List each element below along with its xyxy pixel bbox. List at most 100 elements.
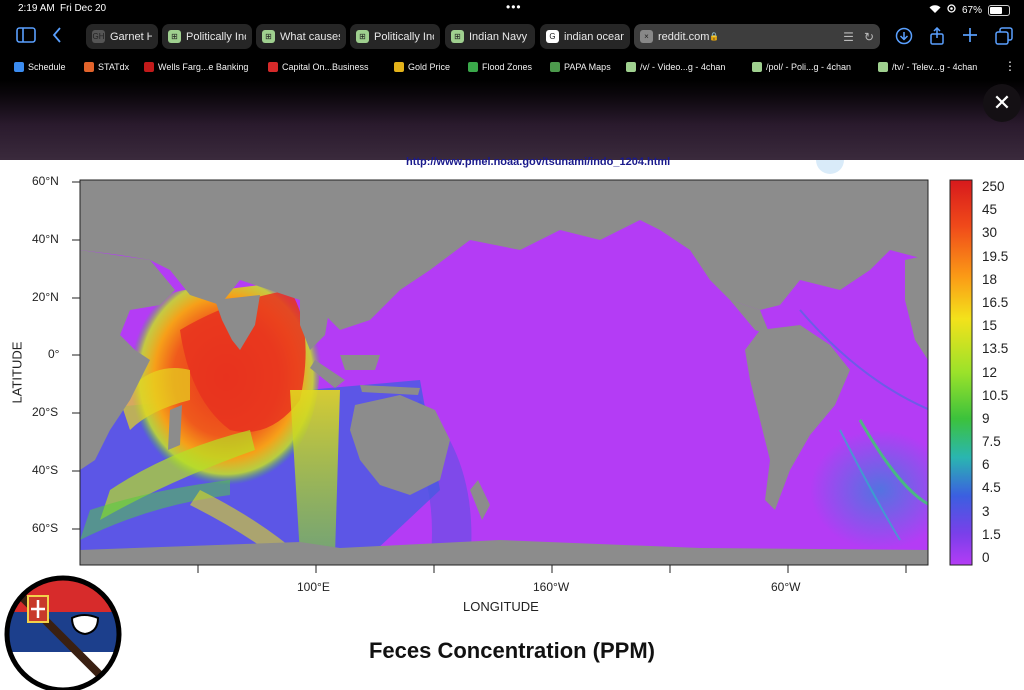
browser-chrome: 2:19 AM Fri Dec 20 ••• 67% GH Garnet Hi ⊞ P… (0, 0, 1024, 160)
bookmark-label: PAPA Maps (564, 62, 611, 72)
tab-label: reddit.com (658, 30, 710, 43)
tab-1[interactable]: ⊞ Politically Inc (162, 24, 252, 49)
wifi-icon (929, 4, 941, 17)
lat-tick-6: 60°S (32, 521, 59, 535)
bookmark-favicon-icon (84, 62, 94, 72)
status-time: 2:19 AM (18, 3, 55, 14)
bookmark-label: Capital On...Business (282, 62, 369, 72)
colorbar-tick-label: 45 (982, 202, 998, 218)
lat-tick-2: 20°N (32, 290, 59, 304)
bookmark-item[interactable]: /tv/ - Telev...g - 4chan (878, 60, 977, 74)
bookmark-label: /v/ - Video...g - 4chan (640, 62, 726, 72)
bookmark-favicon-icon (268, 62, 278, 72)
colorbar-tick-label: 30 (982, 225, 998, 241)
map-title: Feces Concentration (PPM) (368, 638, 656, 663)
colorbar-tick-label: 15 (982, 318, 998, 334)
bookmark-item[interactable]: Flood Zones (468, 60, 532, 74)
downloads-icon[interactable] (895, 27, 913, 49)
location-icon (947, 4, 956, 16)
battery-percent: 67% (961, 4, 982, 16)
status-date: Fri Dec 20 (60, 3, 107, 14)
colorbar-tick-label: 6 (982, 457, 990, 473)
tab-label: Garnet Hi (110, 30, 152, 43)
sidebar-toggle-icon[interactable] (16, 27, 36, 47)
bookmark-item[interactable]: /v/ - Video...g - 4chan (626, 60, 725, 74)
bookmark-item[interactable]: /pol/ - Poli...g - 4chan (752, 60, 851, 74)
colorbar-tick-label: 9 (982, 410, 990, 426)
tab-favicon-icon: GH (92, 30, 105, 43)
bookmark-item[interactable]: PAPA Maps (550, 60, 611, 74)
bookmark-label: STATdx (98, 62, 130, 72)
bookmark-favicon-icon (878, 62, 888, 72)
colorbar-tick-label: 3 (982, 503, 990, 519)
tab-label: Indian Navy (469, 30, 528, 43)
bookmark-label: /pol/ - Poli...g - 4chan (766, 62, 852, 72)
tab-favicon-icon: ⊞ (451, 30, 464, 43)
lon-tick-2: 60°W (771, 580, 801, 594)
lat-tick-0: 60°N (32, 174, 59, 188)
tab-4[interactable]: ⊞ Indian Navy (445, 24, 535, 49)
reload-icon[interactable]: ↻ (864, 30, 874, 44)
close-icon: ✕ (992, 90, 1012, 115)
bookmark-favicon-icon (550, 62, 560, 72)
tab-favicon-icon: × (640, 30, 653, 43)
tab-overview-icon[interactable] (995, 27, 1013, 49)
colorbar-tick-label: 250 (982, 179, 1005, 194)
tab-favicon-icon: G (546, 30, 559, 43)
bookmark-item[interactable]: Schedule (14, 60, 66, 74)
tab-label: What causes (280, 30, 340, 43)
bookmark-item[interactable]: STATdx (84, 60, 129, 74)
colorbar-tick-label: 16.5 (982, 294, 1009, 310)
close-button[interactable]: ✕ (983, 84, 1021, 122)
colorbar-tick-label: 4.5 (982, 480, 1001, 496)
bookmark-item[interactable]: Capital On...Business (268, 60, 369, 74)
tab-5[interactable]: Gindian ocean (540, 24, 630, 49)
tab-6[interactable]: × reddit.com 🔒 ☰ ↻ (634, 24, 880, 49)
lon-tick-0: 100°E (297, 580, 330, 594)
reader-icon[interactable]: ☰ (843, 30, 854, 44)
bookmark-favicon-icon (752, 62, 762, 72)
tab-favicon-icon: ⊞ (356, 30, 369, 43)
new-tab-icon[interactable] (962, 27, 978, 47)
multitask-dots[interactable]: ••• (506, 0, 522, 14)
share-icon[interactable] (929, 26, 945, 49)
serbiaball-icon (4, 575, 122, 690)
tab-0[interactable]: GH Garnet Hi (86, 24, 158, 49)
tab-label: Politically Inc (186, 30, 246, 43)
colorbar-tick-label: 0 (982, 550, 990, 565)
colorbar-tick-label: 19.5 (982, 248, 1009, 264)
y-axis-label: LATITUDE (9, 341, 25, 404)
bookmark-item[interactable]: Wells Farg...e Banking (144, 60, 248, 74)
battery-icon (988, 4, 1010, 16)
bookmark-label: Flood Zones (482, 62, 533, 72)
colorbar-tick-label: 1.5 (982, 526, 1001, 542)
video-play-icon[interactable] (816, 160, 844, 174)
tsunami-map-image: http://www.pmel.noaa.gov/tsunami/indo_12… (0, 156, 1024, 690)
lon-tick-1: 160°W (533, 580, 570, 594)
colorbar-tick-label: 13.5 (982, 341, 1009, 357)
bookmark-label: /tv/ - Telev...g - 4chan (892, 62, 978, 72)
bookmark-label: Schedule (28, 62, 66, 72)
tab-favicon-icon: ⊞ (168, 30, 181, 43)
x-axis-label: LONGITUDE (463, 599, 539, 614)
bookmark-favicon-icon (144, 62, 154, 72)
tab-label: indian ocean (564, 30, 624, 43)
bookmark-label: Gold Price (408, 62, 451, 72)
colorbar-tick-label: 7.5 (982, 434, 1001, 450)
status-right: 67% (929, 3, 1010, 17)
tab-2[interactable]: ⊞ What causes (256, 24, 346, 49)
bookmark-favicon-icon (394, 62, 404, 72)
bookmark-favicon-icon (626, 62, 636, 72)
bookmark-label: Wells Farg...e Banking (158, 62, 249, 72)
back-chevron-icon[interactable] (52, 27, 62, 47)
tab-3[interactable]: ⊞ Politically Inc (350, 24, 440, 49)
colorbar (949, 179, 973, 566)
more-bookmarks-icon[interactable]: ⋮ (1004, 56, 1016, 76)
lock-icon: 🔒 (709, 32, 720, 41)
colorbar-tick-label: 18 (982, 271, 998, 287)
bookmark-item[interactable]: Gold Price (394, 60, 450, 74)
lat-tick-5: 40°S (32, 463, 59, 477)
tab-favicon-icon: ⊞ (262, 30, 275, 43)
bookmark-favicon-icon (468, 62, 478, 72)
bookmark-favicon-icon (14, 62, 24, 72)
